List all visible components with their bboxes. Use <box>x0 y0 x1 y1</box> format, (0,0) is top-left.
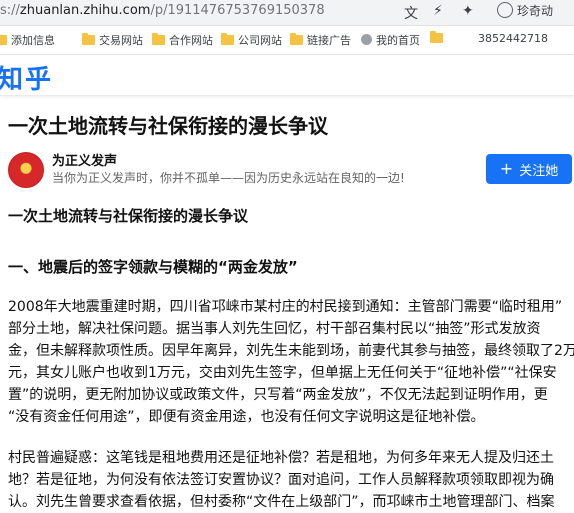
profile-button[interactable]: 珍奇动 <box>497 2 574 22</box>
follow-label: 关注她 <box>519 163 559 179</box>
bookmark-item[interactable]: 我的首页 <box>361 32 420 48</box>
bookmark-item[interactable]: 3852442718 <box>478 32 548 45</box>
folder-icon <box>82 33 95 45</box>
paragraph-line: 地？若是征地，为何没有依法签订安置协议？面对追问，工作人员解释款项领取即视为确 <box>8 472 554 488</box>
lightning-icon[interactable]: ⚡ <box>433 3 443 19</box>
site-header: 知乎 <box>0 55 574 96</box>
bookmark-item[interactable] <box>430 31 447 45</box>
bookmark-item[interactable]: 公司网站 <box>221 32 282 48</box>
profile-icon <box>497 2 513 18</box>
folder-icon <box>430 31 443 43</box>
profile-label: 珍奇动 <box>517 4 554 18</box>
folder-icon <box>290 33 303 45</box>
folder-icon <box>0 35 7 45</box>
extensions-icon[interactable]: ✦ <box>462 3 474 19</box>
bookmarks-bar: 添加信息 交易网站 合作网站 公司网站 链接广告 我的首页 3852442718 <box>0 26 574 55</box>
address-bar[interactable]: s://zhuanlan.zhihu.com/p/191147675376915… <box>0 0 574 26</box>
folder-icon <box>152 33 165 45</box>
zhihu-logo[interactable]: 知乎 <box>0 59 53 96</box>
article-subtitle: 一次土地流转与社保衔接的漫长争议 <box>8 207 249 225</box>
paragraph-line: 2008年大地震重建时期，四川省邛崃市某村庄的村民接到通知：主管部门需要“临时租… <box>8 299 563 315</box>
paragraph-1: 2008年大地震重建时期，四川省邛崃市某村庄的村民接到通知：主管部门需要“临时租… <box>8 296 574 428</box>
paragraph-line: 认。刘先生曾要求查看依据，但村委称“文件在上级部门”，而邛崃市土地管理部门、档案 <box>8 494 555 510</box>
url-scheme: s:// <box>0 3 20 18</box>
bookmark-item[interactable]: 链接广告 <box>290 32 351 48</box>
author-name[interactable]: 为正义发声 <box>52 150 117 169</box>
url-host: zhuanlan.zhihu.com <box>19 3 151 18</box>
section-heading: 一、地震后的签字领款与模糊的“两金发放” <box>8 258 298 276</box>
author-avatar[interactable] <box>8 152 44 188</box>
follow-button[interactable]: + 关注她 <box>486 154 572 184</box>
author-bio: 当你为正义发声时，你并不孤单——因为历史永远站在良知的一边! <box>52 171 405 185</box>
paragraph-line: 部分土地，解决社保问题。据当事人刘先生回忆，村干部召集村民以“抽签”形式发放资 <box>8 321 541 337</box>
bookmark-item[interactable]: 添加信息 <box>0 32 55 48</box>
translate-icon[interactable]: 文 <box>404 3 418 23</box>
url-path: /p/1911476753769150378 <box>150 3 325 18</box>
bookmark-item[interactable]: 合作网站 <box>152 32 213 48</box>
plus-icon: + <box>499 159 514 178</box>
globe-icon <box>361 34 372 45</box>
paragraph-line: 金，但未解释款项性质。因早年离异，刘先生未能到场，前妻代其参与抽签，最终领取了2… <box>8 343 574 359</box>
paragraph-line: 置”的说明，更无附加协议或政策文件，只写着“两金发放”，不仅无法起到证明作用，更 <box>8 387 548 403</box>
bookmark-item[interactable]: 交易网站 <box>82 32 143 48</box>
url-text[interactable]: s://zhuanlan.zhihu.com/p/191147675376915… <box>0 3 325 18</box>
article-title: 一次土地流转与社保衔接的漫长争议 <box>8 114 328 138</box>
paragraph-line: 村民普遍疑惑：这笔钱是租地费用还是征地补偿？若是租地，为何多年来无人提及归还土 <box>8 450 554 466</box>
folder-icon <box>221 33 234 45</box>
paragraph-line: 元，其女儿账户也收到1万元，交由刘先生签字，但单据上无任何关于“征地补偿”“社保… <box>8 365 557 381</box>
paragraph-2: 村民普遍疑惑：这笔钱是租地费用还是征地补偿？若是租地，为何多年来无人提及归还土 … <box>8 447 568 513</box>
paragraph-line: “没有资金任何用途”，即便有资金用途，也没有任何文字说明这是征地补偿。 <box>8 409 485 425</box>
